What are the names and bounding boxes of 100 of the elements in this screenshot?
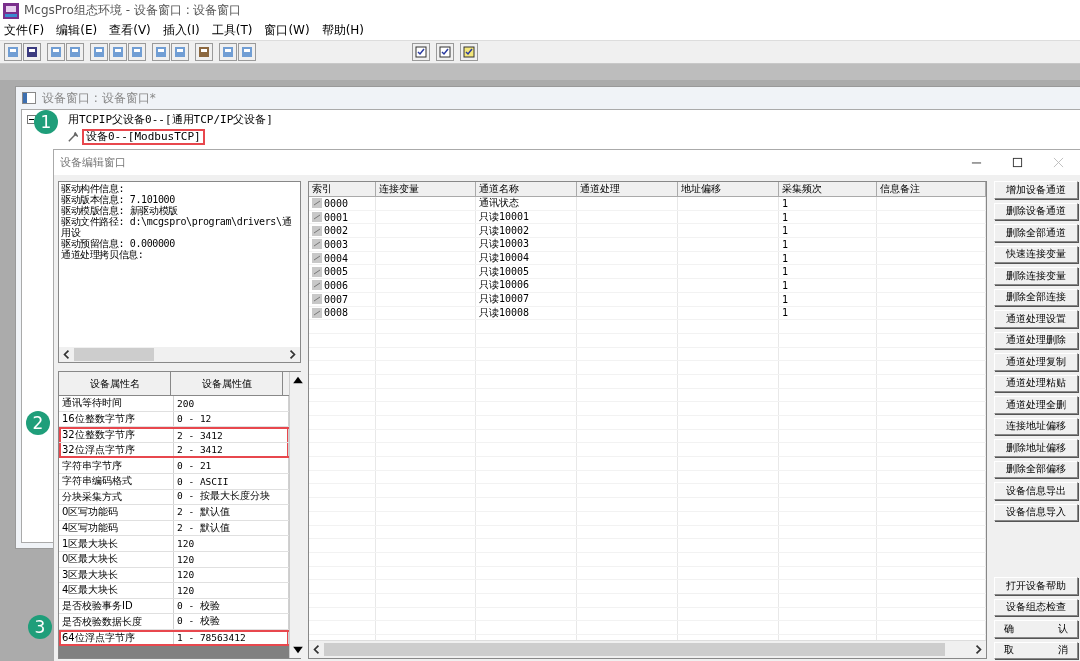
table-cell: 1 bbox=[782, 279, 789, 291]
action-button[interactable]: 设备组态检查 bbox=[994, 598, 1078, 616]
table-cell: 0区最大块长 bbox=[59, 551, 174, 567]
table-cell: 1 bbox=[782, 293, 789, 305]
action-button[interactable]: 删除连接变量 bbox=[994, 267, 1078, 285]
menu-item[interactable]: 工具(T) bbox=[211, 22, 253, 39]
menu-item[interactable]: 文件(F) bbox=[4, 22, 45, 39]
table-cell: 只读10002 bbox=[479, 223, 530, 238]
action-button[interactable]: 通道处理复制 bbox=[994, 353, 1078, 371]
action-button[interactable]: 打开设备帮助 bbox=[994, 577, 1078, 595]
table-cell: 是否校验数据长度 bbox=[59, 614, 174, 629]
column-header: 设备属性值 bbox=[171, 372, 283, 395]
action-button[interactable]: 设备信息导入 bbox=[994, 503, 1078, 521]
window-title: McgsPro组态环境 - 设备窗口 : 设备窗口 bbox=[24, 2, 242, 19]
app-logo-icon bbox=[3, 2, 19, 19]
table-cell: 0002 bbox=[324, 225, 349, 237]
collapse-icon[interactable] bbox=[27, 114, 36, 124]
column-header[interactable]: 采集频次 bbox=[779, 182, 877, 196]
cancel-button[interactable]: 取 消 bbox=[994, 641, 1078, 659]
column-header[interactable]: 索引 bbox=[309, 182, 376, 196]
table-cell: 0区写功能码 bbox=[59, 505, 174, 520]
vertical-scrollbar[interactable] bbox=[289, 372, 306, 658]
table-cell: 32位整数字节序 bbox=[59, 429, 174, 442]
table-cell: 只读10008 bbox=[479, 305, 530, 320]
info-line: 通道处理拷贝信息: bbox=[61, 249, 145, 260]
table-cell: 3区最大块长 bbox=[59, 567, 174, 583]
window-title: 设备窗口 : 设备窗口* bbox=[42, 89, 156, 107]
table-cell: 通讯等待时间 bbox=[59, 396, 174, 411]
table-cell: 0005 bbox=[324, 266, 349, 278]
action-button[interactable]: 删除全部偏移 bbox=[994, 460, 1078, 478]
table-cell: 0007 bbox=[324, 293, 349, 305]
menu-item[interactable]: 窗口(W) bbox=[264, 22, 310, 39]
table-cell: 0004 bbox=[324, 252, 349, 264]
column-header[interactable]: 信息备注 bbox=[877, 182, 986, 196]
horizontal-scrollbar[interactable] bbox=[59, 347, 300, 362]
table-cell: 32位浮点字节序 bbox=[59, 442, 174, 457]
check-icon[interactable] bbox=[412, 43, 430, 61]
table-cell: 1 bbox=[782, 307, 789, 319]
column-header[interactable]: 通道名称 bbox=[476, 182, 577, 196]
action-button[interactable]: 增加设备通道 bbox=[994, 181, 1078, 199]
column-header: 设备属性名 bbox=[59, 372, 171, 395]
table-cell: 64位浮点字节序 bbox=[59, 631, 174, 644]
column-header[interactable]: 地址偏移 bbox=[678, 182, 779, 196]
channel-icon bbox=[312, 280, 322, 291]
channel-icon bbox=[312, 294, 322, 305]
table-cell: 通讯状态 bbox=[479, 196, 519, 211]
channel-icon bbox=[312, 253, 322, 264]
table-cell: 0006 bbox=[324, 279, 349, 291]
table-cell: 1 bbox=[782, 197, 789, 209]
action-button[interactable]: 通道处理删除 bbox=[994, 331, 1078, 349]
table-cell: 字符串编码格式 bbox=[59, 473, 174, 489]
channel-icon bbox=[312, 225, 322, 236]
table-cell: 1区最大块长 bbox=[59, 536, 174, 551]
table-cell: 只读10006 bbox=[479, 278, 530, 293]
action-button[interactable]: 删除设备通道 bbox=[994, 202, 1078, 220]
menu-item[interactable]: 查看(V) bbox=[109, 22, 151, 39]
table-cell: 4区最大块长 bbox=[59, 583, 174, 598]
channel-icon bbox=[312, 212, 322, 223]
menu-item[interactable]: 帮助(H) bbox=[321, 22, 365, 39]
table-cell: 0000 bbox=[324, 197, 349, 209]
channel-icon bbox=[312, 239, 322, 250]
info-line: 驱动文件路径: d:\mcgspro\program\drivers\通用设 bbox=[61, 216, 293, 238]
action-button[interactable]: 删除地址偏移 bbox=[994, 439, 1078, 457]
info-line: 驱动构件信息: bbox=[61, 183, 126, 194]
action-button[interactable]: 连接地址偏移 bbox=[994, 417, 1078, 435]
action-button[interactable]: 通道处理粘贴 bbox=[994, 374, 1078, 392]
action-button[interactable]: 设备信息导出 bbox=[994, 482, 1078, 500]
table-cell: 只读10005 bbox=[479, 264, 530, 279]
channel-icon bbox=[312, 266, 322, 277]
action-button[interactable]: 删除全部通道 bbox=[994, 224, 1078, 242]
table-cell: 0003 bbox=[324, 238, 349, 250]
tree-item[interactable]: 设备0--[ModbusTCP] bbox=[82, 129, 205, 145]
menu-item[interactable]: 编辑(E) bbox=[56, 22, 98, 39]
column-header[interactable]: 连接变量 bbox=[376, 182, 476, 196]
ok-button[interactable]: 确 认 bbox=[994, 620, 1078, 638]
channel-icon bbox=[312, 307, 322, 318]
table-cell: 16位整数字节序 bbox=[59, 411, 174, 427]
table-cell: 1 bbox=[782, 266, 789, 278]
action-button[interactable]: 通道处理设置 bbox=[994, 310, 1078, 328]
table-cell: 分块采集方式 bbox=[59, 489, 174, 505]
dialog-title: 设备编辑窗口 bbox=[60, 155, 126, 170]
close-icon[interactable] bbox=[1053, 157, 1064, 168]
info-line: 驱动版本信息: 7.101000 bbox=[61, 194, 176, 205]
table-cell: 1 bbox=[782, 211, 789, 223]
table-cell: 4区写功能码 bbox=[59, 520, 174, 536]
table-cell: 1 bbox=[782, 238, 789, 250]
action-button[interactable]: 删除全部连接 bbox=[994, 288, 1078, 306]
menu-item[interactable]: 插入(I) bbox=[162, 22, 200, 39]
table-cell: 只读10001 bbox=[479, 210, 530, 225]
horizontal-scrollbar[interactable] bbox=[309, 640, 986, 658]
table-cell: 只读10004 bbox=[479, 251, 530, 266]
action-button[interactable]: 通道处理全删 bbox=[994, 396, 1078, 414]
maximize-icon[interactable] bbox=[1012, 157, 1023, 168]
table-cell: 0008 bbox=[324, 307, 349, 319]
tree-item[interactable]: 用TCPIP父设备0--[通用TCP/IP父设备] bbox=[68, 111, 273, 127]
table-cell: 只读10003 bbox=[479, 237, 530, 252]
action-button[interactable]: 快速连接变量 bbox=[994, 245, 1078, 263]
table-cell: 1 bbox=[782, 252, 789, 264]
column-header[interactable]: 通道处理 bbox=[577, 182, 678, 196]
wrench-icon bbox=[67, 131, 78, 143]
